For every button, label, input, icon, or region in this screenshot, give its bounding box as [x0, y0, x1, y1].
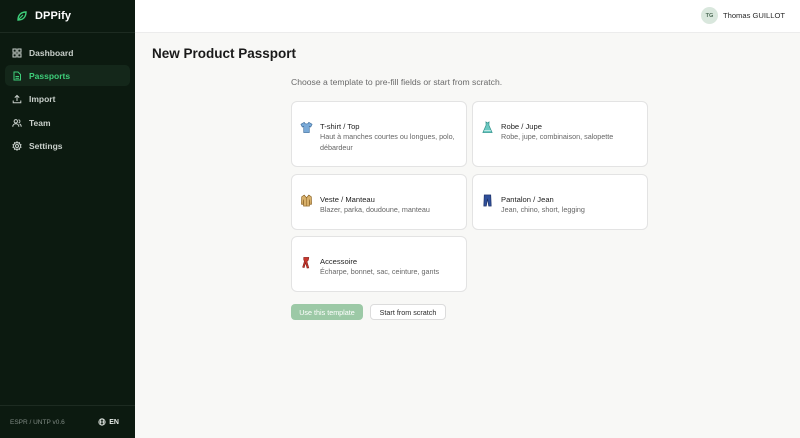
users-icon [12, 118, 22, 127]
template-card-jeans[interactable]: Pantalon / Jean Jean, chino, short, legg… [472, 174, 648, 230]
template-title: Veste / Manteau [320, 195, 375, 204]
sidebar-nav: Dashboard Passports Import Team Settings [0, 33, 135, 157]
template-description: Écharpe, bonnet, sac, ceinture, gants [320, 267, 440, 276]
dress-icon [482, 121, 493, 133]
sidebar-footer: ESPR / UNTP v0.6 EN [0, 405, 135, 438]
document-icon [13, 71, 21, 81]
user-name: Thomas GUILLOT [722, 11, 785, 20]
language-label: EN [109, 418, 119, 426]
template-title: Accessoire [320, 257, 358, 266]
sidebar-item-label: Import [29, 94, 56, 105]
template-card-tshirt[interactable]: T-shirt / Top Haut à manches courtes ou … [291, 101, 467, 167]
sidebar-item-label: Dashboard [29, 47, 74, 58]
sidebar-item-label: Settings [29, 141, 63, 152]
template-card-accessory[interactable]: Accessoire Écharpe, bonnet, sac, ceintur… [291, 236, 467, 292]
grid-icon [12, 48, 22, 58]
app-name: DPPify [35, 10, 72, 22]
sidebar: DPPify Dashboard Passports Import Team S… [0, 0, 135, 438]
page-title: New Product Passport [152, 46, 297, 61]
leaf-logo-icon [17, 11, 27, 21]
template-title: Pantalon / Jean [501, 195, 554, 204]
coat-icon [301, 194, 312, 207]
user-menu[interactable]: TG Thomas GUILLOT [700, 7, 785, 24]
template-card-coat[interactable]: Veste / Manteau Blazer, parka, doudoune,… [291, 174, 467, 230]
template-description: Haut à manches courtes ou longues, polo,… [320, 132, 455, 152]
template-card-dress[interactable]: Robe / Jupe Robe, jupe, combinaison, sal… [472, 101, 648, 167]
template-description: Blazer, parka, doudoune, manteau [320, 205, 430, 214]
avatar: TG [700, 7, 718, 24]
sidebar-item-settings[interactable]: Settings [5, 136, 130, 157]
page-subtitle: Choose a template to pre-fill fields or … [291, 77, 503, 87]
start-from-scratch-button[interactable]: Start from scratch [370, 304, 446, 320]
gear-icon [12, 141, 22, 152]
version-label: ESPR / UNTP v0.6 [10, 418, 65, 426]
template-description: Robe, jupe, combinaison, salopette [501, 132, 614, 141]
sidebar-item-passports[interactable]: Passports [5, 65, 130, 87]
scarf-icon [302, 257, 310, 269]
template-title: T-shirt / Top [320, 122, 360, 131]
brand[interactable]: DPPify [0, 0, 135, 33]
sidebar-item-label: Team [29, 117, 51, 128]
sidebar-item-team[interactable]: Team [5, 112, 130, 133]
sidebar-item-import[interactable]: Import [5, 89, 130, 110]
language-switcher[interactable]: EN [98, 418, 119, 426]
template-description: Jean, chino, short, legging [501, 205, 585, 214]
template-title: Robe / Jupe [501, 122, 542, 131]
globe-icon [98, 418, 106, 426]
upload-icon [12, 94, 22, 104]
tshirt-icon [300, 121, 313, 133]
sidebar-item-label: Passports [29, 70, 71, 81]
top-bar: TG Thomas GUILLOT [135, 0, 800, 33]
sidebar-item-dashboard[interactable]: Dashboard [5, 42, 130, 63]
use-template-button[interactable]: Use this template [291, 304, 363, 320]
jeans-icon [483, 194, 492, 207]
